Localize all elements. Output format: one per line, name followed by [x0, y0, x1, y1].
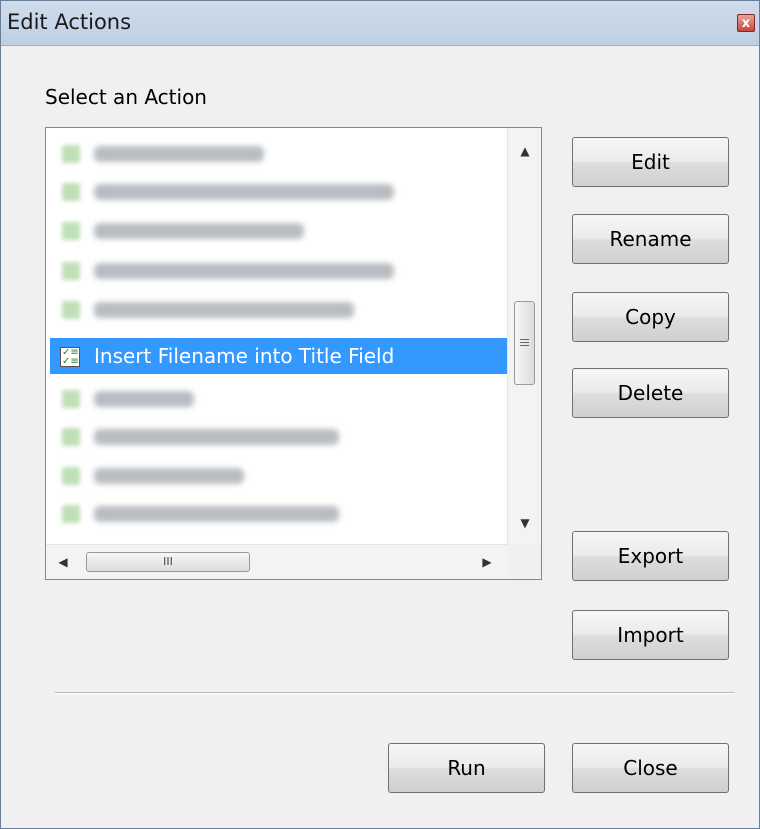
action-icon [62, 467, 80, 485]
window-close-button[interactable]: x [737, 14, 755, 32]
blurred-action-name [94, 223, 304, 239]
list-item[interactable] [50, 252, 510, 288]
actions-listbox[interactable]: ✓≡ ✓≡ Insert Filename into Title Field ▲ … [45, 127, 542, 580]
edit-button[interactable]: Edit [572, 137, 729, 187]
horizontal-scroll-thumb[interactable]: III [86, 552, 250, 572]
selected-action-label: Insert Filename into Title Field [94, 344, 395, 368]
blurred-action-name [94, 263, 394, 279]
run-button[interactable]: Run [388, 743, 545, 793]
action-icon [62, 145, 80, 163]
list-item[interactable] [50, 212, 510, 248]
edit-actions-dialog: Edit Actions x Select an Action ✓≡ ✓≡ Ins… [0, 0, 760, 829]
action-icon [62, 262, 80, 280]
list-item[interactable] [50, 457, 510, 493]
list-item[interactable] [50, 291, 510, 327]
vertical-scroll-thumb[interactable] [514, 301, 535, 385]
vertical-scrollbar[interactable]: ▲ ▼ [507, 128, 541, 544]
blurred-action-name [94, 429, 339, 445]
scroll-left-arrow-icon[interactable]: ◀ [46, 555, 80, 569]
action-icon [62, 390, 80, 408]
delete-button[interactable]: Delete [572, 368, 729, 418]
grip-line [520, 345, 529, 346]
scroll-right-arrow-icon[interactable]: ▶ [470, 555, 504, 569]
grip-line [520, 339, 529, 340]
list-item[interactable] [50, 173, 510, 209]
blurred-action-name [94, 302, 354, 318]
blurred-action-name [94, 184, 394, 200]
list-item[interactable] [50, 380, 510, 416]
rename-button[interactable]: Rename [572, 214, 729, 264]
copy-button[interactable]: Copy [572, 292, 729, 342]
checklist-icon: ✓≡ ✓≡ [60, 347, 80, 367]
scrollbar-corner [507, 544, 541, 579]
separator-line [55, 692, 735, 694]
blurred-action-name [94, 506, 339, 522]
list-item-selected[interactable]: ✓≡ ✓≡ Insert Filename into Title Field [50, 338, 510, 374]
select-action-label: Select an Action [45, 85, 207, 109]
action-icon [62, 505, 80, 523]
title-bar: Edit Actions x [1, 1, 759, 46]
action-icon [62, 222, 80, 240]
blurred-action-name [94, 468, 244, 484]
horizontal-scrollbar[interactable]: ◀ III ▶ [46, 544, 509, 579]
list-item[interactable] [50, 418, 510, 454]
action-icon [62, 428, 80, 446]
scroll-down-arrow-icon[interactable]: ▼ [508, 516, 542, 530]
list-item[interactable] [50, 135, 510, 171]
action-icon [62, 301, 80, 319]
window-title: Edit Actions [7, 10, 132, 34]
scroll-up-arrow-icon[interactable]: ▲ [508, 144, 542, 158]
list-item[interactable] [50, 495, 510, 531]
grip-line [520, 342, 529, 343]
blurred-action-name [94, 146, 264, 162]
import-button[interactable]: Import [572, 610, 729, 660]
blurred-action-name [94, 391, 194, 407]
action-icon [62, 183, 80, 201]
export-button[interactable]: Export [572, 531, 729, 581]
close-button[interactable]: Close [572, 743, 729, 793]
